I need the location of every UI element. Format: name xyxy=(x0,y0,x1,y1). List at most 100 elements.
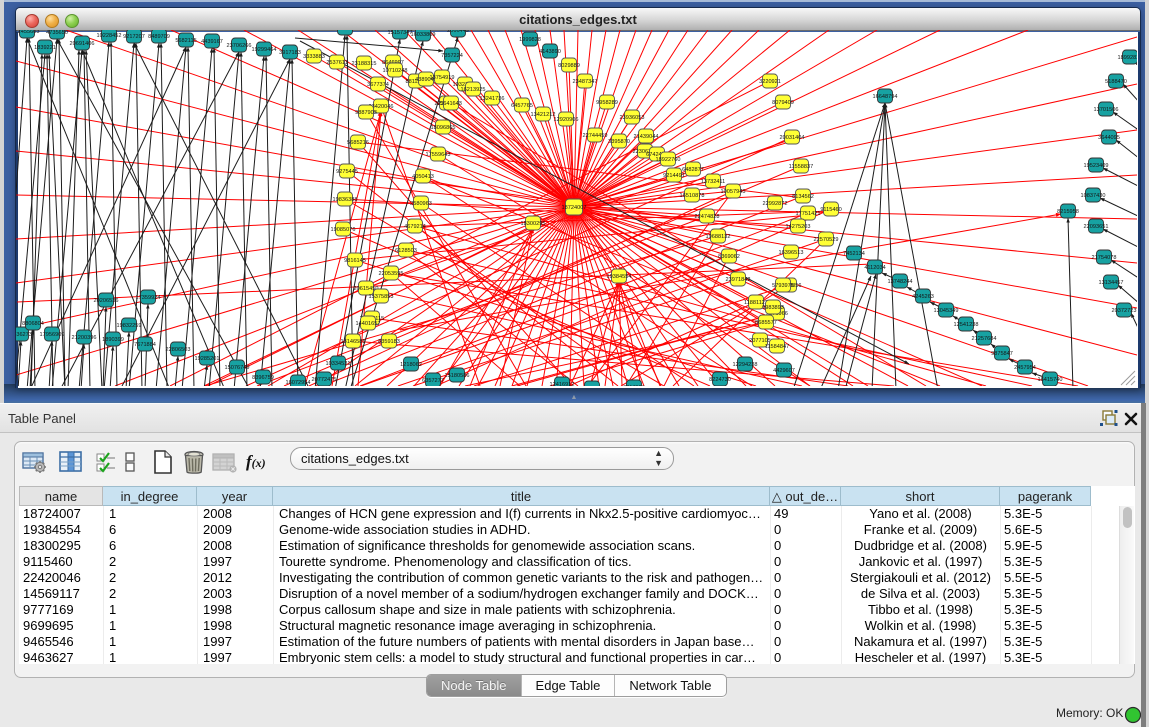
svg-text:7357224: 7357224 xyxy=(441,53,463,59)
svg-text:21200396: 21200396 xyxy=(72,335,97,341)
svg-text:19688132: 19688132 xyxy=(706,234,731,240)
svg-text:23706266: 23706266 xyxy=(227,43,252,49)
svg-text:9816145: 9816145 xyxy=(344,258,366,264)
svg-text:12416912: 12416912 xyxy=(550,382,575,386)
svg-text:4735650: 4735650 xyxy=(46,30,68,36)
svg-text:13701506: 13701506 xyxy=(1094,107,1119,113)
svg-text:9958289: 9958289 xyxy=(596,100,618,106)
svg-text:16396513: 16396513 xyxy=(779,250,804,256)
svg-text:13045349: 13045349 xyxy=(934,308,959,314)
svg-text:19832259: 19832259 xyxy=(117,323,142,329)
svg-text:16648794: 16648794 xyxy=(873,94,898,100)
svg-text:4112034: 4112034 xyxy=(864,265,885,271)
svg-text:17751421: 17751421 xyxy=(796,211,821,217)
svg-text:2537611: 2537611 xyxy=(326,60,347,66)
svg-text:4429607: 4429607 xyxy=(773,368,795,374)
svg-text:8336273: 8336273 xyxy=(16,332,32,338)
svg-text:20813640: 20813640 xyxy=(333,30,358,32)
svg-text:9115460: 9115460 xyxy=(820,207,841,213)
svg-text:13421212: 13421212 xyxy=(531,112,556,118)
svg-text:4050413: 4050413 xyxy=(412,174,434,180)
svg-text:7452134: 7452134 xyxy=(843,251,865,257)
svg-text:8224730: 8224730 xyxy=(709,377,731,383)
svg-text:8369062: 8369062 xyxy=(718,254,740,260)
svg-text:17956909: 17956909 xyxy=(40,332,65,338)
svg-text:3333883: 3333883 xyxy=(303,54,325,60)
svg-text:22474828: 22474828 xyxy=(695,214,720,220)
svg-text:16072954: 16072954 xyxy=(286,380,311,386)
svg-text:2580963: 2580963 xyxy=(410,201,432,207)
svg-text:22806503: 22806503 xyxy=(166,347,191,353)
svg-text:19299464: 19299464 xyxy=(252,47,277,53)
svg-text:1999828: 1999828 xyxy=(519,37,541,43)
svg-text:10057945: 10057945 xyxy=(721,189,746,195)
svg-text:4439167: 4439167 xyxy=(201,39,223,45)
svg-text:13732411: 13732411 xyxy=(701,179,725,185)
svg-text:9214491: 9214491 xyxy=(663,173,685,179)
svg-text:19384554: 19384554 xyxy=(607,274,632,280)
svg-text:8489709: 8489709 xyxy=(148,34,170,40)
svg-text:5188470: 5188470 xyxy=(1105,79,1127,85)
svg-text:15375853: 15375853 xyxy=(369,294,394,300)
svg-text:15076749: 15076749 xyxy=(225,365,250,371)
svg-text:20691406: 20691406 xyxy=(70,41,95,47)
svg-text:4245263: 4245263 xyxy=(912,294,934,300)
svg-text:17559643: 17559643 xyxy=(426,152,451,158)
svg-text:2457954: 2457954 xyxy=(1014,365,1036,371)
svg-text:6457765: 6457765 xyxy=(511,103,533,109)
svg-text:10228452: 10228452 xyxy=(97,33,122,39)
svg-text:12294238: 12294238 xyxy=(733,362,758,368)
svg-text:2066449: 2066449 xyxy=(447,30,469,34)
svg-text:8215958: 8215958 xyxy=(1057,209,1079,215)
svg-text:10837430: 10837430 xyxy=(1081,193,1106,199)
svg-text:20372723: 20372723 xyxy=(1112,308,1137,314)
svg-text:13241736: 13241736 xyxy=(480,96,505,102)
svg-text:19285201: 19285201 xyxy=(195,356,220,362)
svg-text:16033809: 16033809 xyxy=(411,32,436,38)
svg-text:5682115: 5682115 xyxy=(175,38,196,44)
svg-text:10710248: 10710248 xyxy=(383,68,408,74)
svg-text:19085076: 19085076 xyxy=(331,227,356,233)
svg-text:18300295: 18300295 xyxy=(521,221,546,227)
svg-text:23188315: 23188315 xyxy=(352,61,377,67)
svg-text:19836388: 19836388 xyxy=(333,197,358,203)
svg-text:8359183: 8359183 xyxy=(378,339,400,345)
svg-text:20031404: 20031404 xyxy=(780,135,805,141)
svg-text:12920906: 12920906 xyxy=(554,117,579,123)
svg-text:8685577: 8685577 xyxy=(755,320,777,326)
svg-text:13146585: 13146585 xyxy=(341,339,366,345)
svg-text:4679214: 4679214 xyxy=(404,224,426,230)
svg-text:7671884: 7671884 xyxy=(134,342,156,348)
svg-text:22093651: 22093651 xyxy=(1084,224,1109,230)
svg-text:23936053: 23936053 xyxy=(620,115,645,121)
svg-text:8029889: 8029889 xyxy=(558,63,580,69)
svg-text:3220921: 3220921 xyxy=(759,79,781,85)
svg-text:11584847: 11584847 xyxy=(765,344,789,350)
svg-text:5685216: 5685216 xyxy=(347,140,369,146)
svg-text:13754919: 13754919 xyxy=(430,75,455,81)
svg-text:13748244: 13748244 xyxy=(888,279,913,285)
svg-text:21257684: 21257684 xyxy=(972,336,997,342)
svg-text:16213925: 16213925 xyxy=(461,87,486,93)
svg-text:22455603: 22455603 xyxy=(16,30,39,35)
svg-text:13134457: 13134457 xyxy=(1099,280,1124,286)
svg-text:9875847: 9875847 xyxy=(991,351,1013,357)
svg-text:15180586: 15180586 xyxy=(445,373,470,379)
svg-text:18922760: 18922760 xyxy=(656,157,681,163)
svg-text:21754078: 21754078 xyxy=(1092,255,1117,261)
svg-text:6217026: 6217026 xyxy=(623,385,645,386)
svg-text:14275203: 14275203 xyxy=(786,224,811,230)
svg-text:9887903: 9887903 xyxy=(355,110,377,116)
svg-text:22053595: 22053595 xyxy=(379,271,404,277)
svg-text:16415740: 16415740 xyxy=(1038,377,1063,383)
svg-text:1890399: 1890399 xyxy=(102,337,124,343)
svg-text:16510878: 16510878 xyxy=(680,193,705,199)
svg-text:23971842: 23971842 xyxy=(726,277,751,283)
svg-text:1839221: 1839221 xyxy=(34,45,56,51)
svg-text:8134562: 8134562 xyxy=(792,194,814,200)
svg-text:4143890: 4143890 xyxy=(539,49,561,55)
svg-text:21439044: 21439044 xyxy=(634,134,659,140)
svg-text:9983893: 9983893 xyxy=(762,305,784,311)
svg-text:17359924: 17359924 xyxy=(136,295,161,301)
svg-text:20772475: 20772475 xyxy=(312,377,337,383)
